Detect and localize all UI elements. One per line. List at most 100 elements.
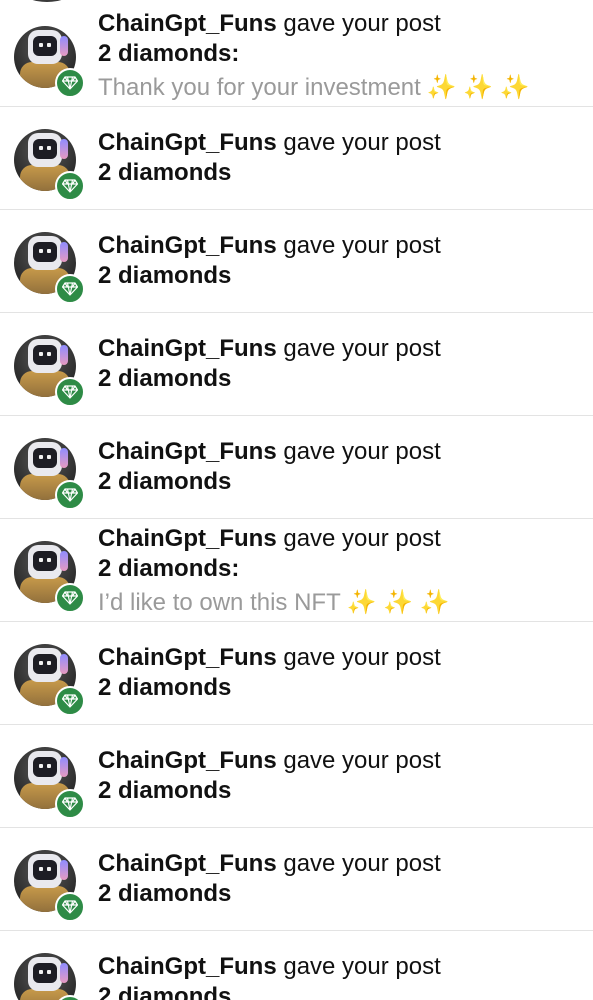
notification-text: ChainGpt_Funs gave your post 2 diamonds [98,952,583,1000]
diamond-amount: 2 diamonds [98,159,232,186]
diamond-amount: 2 diamonds [98,777,232,804]
sparkles-emoji: ✨ ✨ ✨ [426,74,530,101]
diamond-amount: 2 diamonds: [98,40,240,67]
diamond-icon [55,274,85,304]
robot-avatar-eye [47,764,51,768]
robot-avatar-screen [33,551,57,571]
notification-item[interactable]: ChainGpt_Funs gave your post 2 diamonds:… [0,4,593,107]
username[interactable]: ChainGpt_Funs [98,232,277,259]
robot-avatar-eye [39,764,43,768]
notification-text: ChainGpt_Funs gave your post 2 diamonds [98,849,583,909]
notification-action: gave your post [283,335,441,362]
robot-avatar-ear [60,345,68,365]
notification-action: gave your post [283,747,441,774]
robot-avatar-eye [47,970,51,974]
robot-avatar-eye [47,558,51,562]
diamond-amount: 2 diamonds [98,674,232,701]
robot-avatar-ear [60,654,68,674]
notification-item[interactable]: ChainGpt_Funs gave your post 2 diamonds [0,725,593,828]
robot-avatar-eye [39,455,43,459]
robot-avatar-eye [47,43,51,47]
robot-avatar-ear [60,757,68,777]
notification-text: ChainGpt_Funs gave your post 2 diamonds:… [98,524,583,618]
robot-avatar-screen [33,654,57,674]
username[interactable]: ChainGpt_Funs [98,850,277,877]
notification-feed: ChainGpt_Funs gave your post 2 diamonds:… [0,0,593,1000]
avatar[interactable] [14,953,76,1000]
robot-avatar-ear [60,448,68,468]
notification-text: ChainGpt_Funs gave your post 2 diamonds [98,128,583,188]
robot-avatar-screen [33,36,57,56]
notification-item[interactable]: ChainGpt_Funs gave your post 2 diamonds [0,107,593,210]
robot-avatar-eye [39,249,43,253]
robot-avatar-eye [39,558,43,562]
robot-avatar-eye [47,146,51,150]
notification-item[interactable]: ChainGpt_Funs gave your post 2 diamonds [0,210,593,313]
notification-comment: Thank you for your investment ✨ ✨ ✨ [98,73,583,103]
notification-text: ChainGpt_Funs gave your post 2 diamonds [98,231,583,291]
notification-text: ChainGpt_Funs gave your post 2 diamonds [98,643,583,703]
robot-avatar-eye [47,455,51,459]
diamond-amount: 2 diamonds [98,983,232,1000]
username[interactable]: ChainGpt_Funs [98,525,277,552]
robot-avatar-screen [33,139,57,159]
username[interactable]: ChainGpt_Funs [98,953,277,980]
notification-text: ChainGpt_Funs gave your post 2 diamonds:… [98,9,583,103]
notification-item[interactable]: ChainGpt_Funs gave your post 2 diamonds [0,313,593,416]
robot-avatar-ear [60,139,68,159]
notification-text: ChainGpt_Funs gave your post 2 diamonds [98,746,583,806]
robot-avatar-screen [33,963,57,983]
notification-item[interactable]: ChainGpt_Funs gave your post 2 diamonds:… [0,519,593,622]
robot-avatar-ear [60,242,68,262]
diamond-amount: 2 diamonds [98,365,232,392]
diamond-icon [55,789,85,819]
robot-avatar-eye [47,867,51,871]
notification-action: gave your post [283,438,441,465]
avatar [22,0,72,2]
robot-avatar-ear [60,963,68,983]
notification-comment: I’d like to own this NFT ✨ ✨ ✨ [98,588,583,618]
robot-avatar-eye [39,867,43,871]
username[interactable]: ChainGpt_Funs [98,747,277,774]
diamond-icon [55,583,85,613]
notification-item[interactable]: ChainGpt_Funs gave your post 2 diamonds [0,931,593,1000]
diamond-icon [55,480,85,510]
robot-avatar-ear [60,551,68,571]
notification-action: gave your post [283,953,441,980]
username[interactable]: ChainGpt_Funs [98,10,277,37]
notification-item[interactable]: ChainGpt_Funs gave your post 2 diamonds [0,416,593,519]
username[interactable]: ChainGpt_Funs [98,644,277,671]
robot-avatar-eye [39,970,43,974]
comment-text: I’d like to own this NFT [98,589,341,616]
username[interactable]: ChainGpt_Funs [98,335,277,362]
diamond-icon [55,892,85,922]
robot-avatar-ear [60,860,68,880]
diamond-icon [55,68,85,98]
notification-action: gave your post [283,850,441,877]
robot-avatar-screen [33,757,57,777]
diamond-amount: 2 diamonds [98,880,232,907]
diamond-icon [55,171,85,201]
comment-text: Thank you for your investment [98,74,421,101]
robot-avatar-eye [39,43,43,47]
robot-avatar-eye [39,352,43,356]
notification-action: gave your post [283,10,441,37]
diamond-amount: 2 diamonds: [98,555,240,582]
notification-action: gave your post [283,644,441,671]
sparkles-emoji: ✨ ✨ ✨ [346,589,450,616]
username[interactable]: ChainGpt_Funs [98,129,277,156]
diamond-amount: 2 diamonds [98,468,232,495]
robot-avatar-eye [39,661,43,665]
username[interactable]: ChainGpt_Funs [98,438,277,465]
robot-avatar-eye [47,352,51,356]
notification-item[interactable]: ChainGpt_Funs gave your post 2 diamonds [0,622,593,725]
robot-avatar-screen [33,448,57,468]
diamond-icon [55,377,85,407]
robot-avatar-screen [33,242,57,262]
robot-avatar-eye [47,249,51,253]
notification-action: gave your post [283,129,441,156]
robot-avatar-ear [60,36,68,56]
notification-item[interactable]: ChainGpt_Funs gave your post 2 diamonds [0,828,593,931]
robot-avatar-eye [39,146,43,150]
notification-action: gave your post [283,525,441,552]
